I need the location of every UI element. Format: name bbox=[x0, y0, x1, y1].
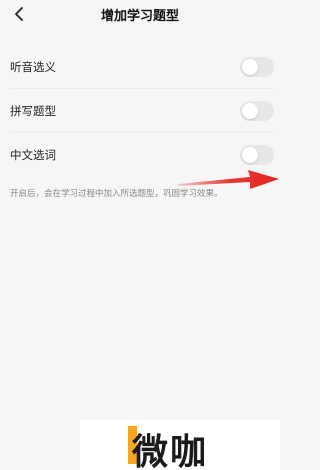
toggle-knob bbox=[242, 59, 258, 75]
screen: 增加学习题型 听音选义 拼写题型 中文选词 开启后，会在学习过程中加入所选题型，… bbox=[0, 0, 280, 470]
watermark: 微咖 bbox=[80, 420, 280, 470]
settings-list: 听音选义 拼写题型 中文选词 bbox=[10, 45, 274, 177]
setting-label: 中文选词 bbox=[10, 148, 56, 162]
toggle-knob bbox=[242, 103, 258, 119]
red-arrow-annotation bbox=[178, 170, 279, 189]
setting-label: 拼写题型 bbox=[10, 104, 56, 118]
spelling-toggle[interactable] bbox=[240, 101, 274, 121]
setting-row-listen-choose-meaning: 听音选义 bbox=[10, 45, 274, 89]
watermark-text: 微咖 bbox=[132, 432, 209, 470]
setting-row-spelling: 拼写题型 bbox=[10, 89, 274, 133]
nav-bar: 增加学习题型 bbox=[0, 0, 280, 28]
toggle-knob bbox=[242, 147, 258, 163]
listen-choose-meaning-toggle[interactable] bbox=[240, 57, 274, 77]
page-title: 增加学习题型 bbox=[100, 9, 179, 24]
setting-label: 听音选义 bbox=[10, 60, 56, 74]
